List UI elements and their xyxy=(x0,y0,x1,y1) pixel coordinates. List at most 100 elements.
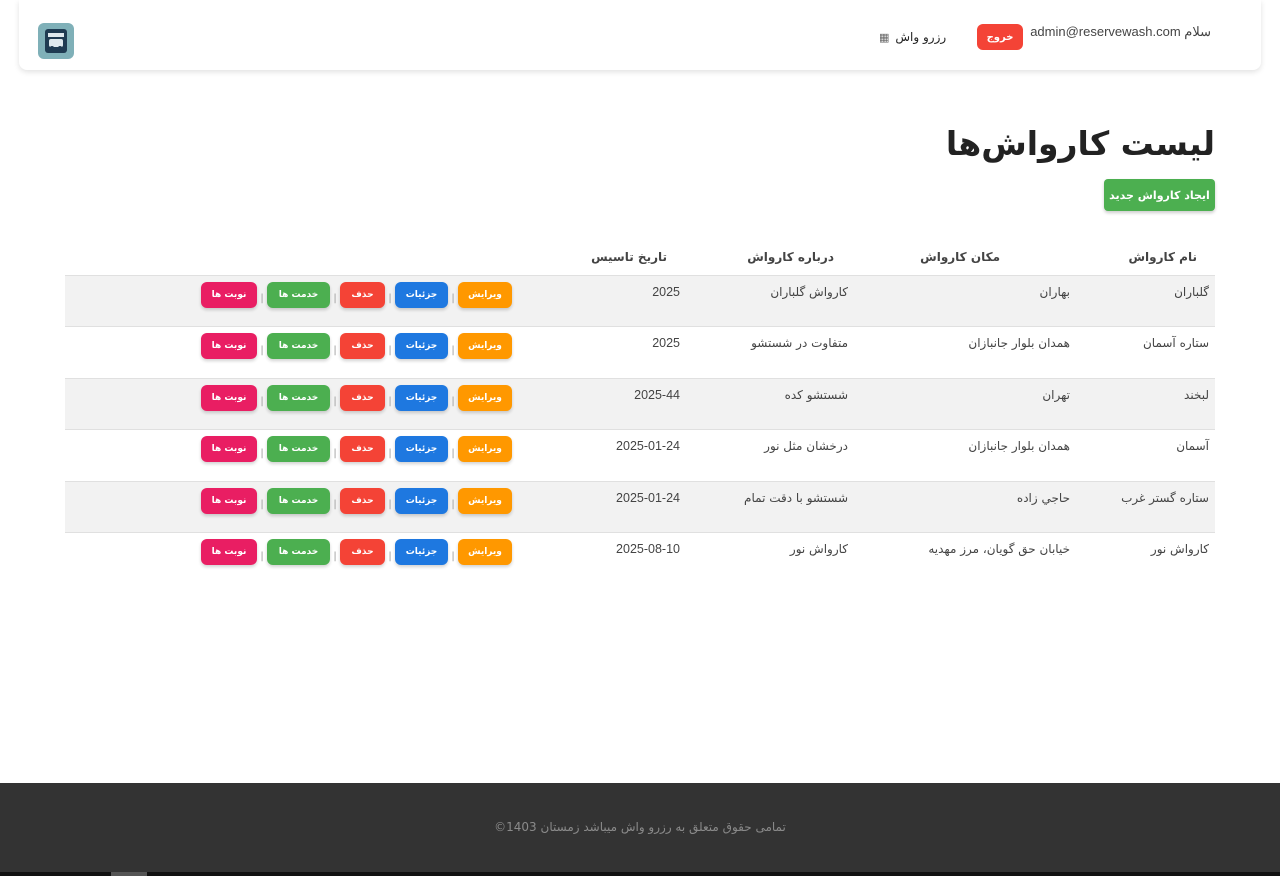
details-button[interactable]: جزئیات xyxy=(395,333,448,359)
services-button[interactable]: خدمت ها xyxy=(267,539,330,565)
action-separator: | xyxy=(260,550,264,562)
cell-actions: ویرایش | جزئیات | حذف | خدمت ها | نوبت ها xyxy=(65,377,512,430)
cell-actions: ویرایش | جزئیات | حذف | خدمت ها | نوبت ها xyxy=(65,274,512,327)
cell-actions: ویرایش | جزئیات | حذف | خدمت ها | نوبت ها xyxy=(65,480,512,533)
action-separator: | xyxy=(451,344,455,356)
action-separator: | xyxy=(333,293,337,304)
brand-link[interactable]: رزرو واش ▦ xyxy=(879,30,946,44)
edit-button[interactable]: ویرایش xyxy=(458,281,512,308)
row-actions: ویرایش | جزئیات | حذف | خدمت ها | نوبت ها xyxy=(66,384,512,411)
action-separator: | xyxy=(333,550,337,562)
delete-button[interactable]: حذف xyxy=(340,436,385,462)
appointments-button[interactable]: نوبت ها xyxy=(201,281,257,308)
cell-carwash-about: کارواش گلباران xyxy=(680,274,848,327)
cell-founded-date: 2025-01-24 xyxy=(512,480,680,533)
grid-icon: ▦ xyxy=(879,30,890,44)
action-separator: | xyxy=(388,396,392,407)
appointments-button[interactable]: نوبت ها xyxy=(201,487,257,514)
cell-founded-date: 2025 xyxy=(512,274,680,327)
details-button[interactable]: جزئیات xyxy=(395,436,448,462)
delete-button[interactable]: حذف xyxy=(340,281,385,308)
table-row: گلباران بهاران کارواش گلباران 2025 ویرایش | جز… xyxy=(65,274,1215,327)
action-separator: | xyxy=(451,550,455,562)
appointments-button[interactable]: نوبت ها xyxy=(201,333,257,359)
action-separator: | xyxy=(260,344,264,356)
table-row: کارواش نور خیابان حق گویان، مرز مهدیه کارو… xyxy=(65,532,1215,584)
services-button[interactable]: خدمت ها xyxy=(267,333,330,359)
action-separator: | xyxy=(260,447,264,459)
cell-carwash-location: همدان بلوار جانبازان xyxy=(848,429,1070,481)
footer: تمامی حقوق متعلق به رزرو واش میباشد زمست… xyxy=(0,783,1280,872)
cell-carwash-name: ستاره آسمان xyxy=(1070,326,1215,378)
row-actions: ویرایش | جزئیات | حذف | خدمت ها | نوبت ها xyxy=(66,539,512,565)
action-separator: | xyxy=(260,499,264,510)
details-button[interactable]: جزئیات xyxy=(395,539,448,565)
action-separator: | xyxy=(451,447,455,459)
bottom-bar xyxy=(0,872,1280,876)
page-title: لیست کارواش‌ها xyxy=(945,124,1215,163)
carwash-logo-icon[interactable] xyxy=(38,23,74,59)
cell-carwash-about: درخشان مثل نور xyxy=(680,429,848,481)
cell-carwash-name: ستاره گستر غرب xyxy=(1070,480,1215,533)
cell-actions: ویرایش | جزئیات | حذف | خدمت ها | نوبت ها xyxy=(65,532,512,584)
cell-founded-date: 2025-08-10 xyxy=(512,532,680,584)
row-actions: ویرایش | جزئیات | حذف | خدمت ها | نوبت ها xyxy=(66,281,512,308)
edit-button[interactable]: ویرایش xyxy=(458,436,512,462)
delete-button[interactable]: حذف xyxy=(340,539,385,565)
details-button[interactable]: جزئیات xyxy=(395,384,448,411)
logout-button[interactable]: خروج xyxy=(977,24,1023,50)
delete-button[interactable]: حذف xyxy=(340,487,385,514)
row-actions: ویرایش | جزئیات | حذف | خدمت ها | نوبت ها xyxy=(66,487,512,514)
action-separator: | xyxy=(333,447,337,459)
table-row: آسمان همدان بلوار جانبازان درخشان مثل نور 2… xyxy=(65,429,1215,481)
cell-carwash-about: شستشو با دقت تمام xyxy=(680,480,848,533)
action-separator: | xyxy=(388,447,392,459)
action-separator: | xyxy=(260,396,264,407)
action-separator: | xyxy=(451,499,455,510)
cell-carwash-name: آسمان xyxy=(1070,429,1215,481)
details-button[interactable]: جزئیات xyxy=(395,487,448,514)
appointments-button[interactable]: نوبت ها xyxy=(201,436,257,462)
action-separator: | xyxy=(451,396,455,407)
delete-button[interactable]: حذف xyxy=(340,384,385,411)
delete-button[interactable]: حذف xyxy=(340,333,385,359)
cell-carwash-location: همدان بلوار جانبازان xyxy=(848,326,1070,378)
footer-copyright: تمامی حقوق متعلق به رزرو واش میباشد زمست… xyxy=(494,820,786,834)
column-header-name: نام کارواش xyxy=(1128,250,1197,265)
cell-founded-date: 2025-01-24 xyxy=(512,429,680,481)
edit-button[interactable]: ویرایش xyxy=(458,539,512,565)
table-header-row: نام کارواش مکان کارواش درباره کارواش تار… xyxy=(65,240,1215,275)
column-header-date: تاریخ تاسیس xyxy=(591,250,667,265)
action-separator: | xyxy=(451,293,455,304)
appointments-button[interactable]: نوبت ها xyxy=(201,384,257,411)
cell-carwash-location: بهاران xyxy=(848,274,1070,327)
action-separator: | xyxy=(333,396,337,407)
action-separator: | xyxy=(388,293,392,304)
services-button[interactable]: خدمت ها xyxy=(267,487,330,514)
action-separator: | xyxy=(388,499,392,510)
services-button[interactable]: خدمت ها xyxy=(267,281,330,308)
column-header-about: درباره کارواش xyxy=(747,250,834,265)
cell-carwash-about: شستشو کده xyxy=(680,377,848,430)
details-button[interactable]: جزئیات xyxy=(395,281,448,308)
services-button[interactable]: خدمت ها xyxy=(267,384,330,411)
action-separator: | xyxy=(388,344,392,356)
create-carwash-button[interactable]: ایجاد کارواش جدید xyxy=(1104,179,1215,211)
column-header-actions xyxy=(65,240,512,275)
edit-button[interactable]: ویرایش xyxy=(458,487,512,514)
cell-founded-date: 2025-44 xyxy=(512,377,680,430)
cell-carwash-location: حاجي زاده xyxy=(848,480,1070,533)
cell-carwash-name: لبخند xyxy=(1070,377,1215,430)
table-row: ستاره گستر غرب حاجي زاده شستشو با دقت تمام… xyxy=(65,480,1215,533)
edit-button[interactable]: ویرایش xyxy=(458,333,512,359)
services-button[interactable]: خدمت ها xyxy=(267,436,330,462)
cell-carwash-about: متفاوت در شستشو xyxy=(680,326,848,378)
cell-carwash-about: کارواش نور xyxy=(680,532,848,584)
action-separator: | xyxy=(333,499,337,510)
row-actions: ویرایش | جزئیات | حذف | خدمت ها | نوبت ها xyxy=(66,436,512,462)
appointments-button[interactable]: نوبت ها xyxy=(201,539,257,565)
action-separator: | xyxy=(260,293,264,304)
action-separator: | xyxy=(388,550,392,562)
brand-label: رزرو واش xyxy=(895,30,947,44)
edit-button[interactable]: ویرایش xyxy=(458,384,512,411)
